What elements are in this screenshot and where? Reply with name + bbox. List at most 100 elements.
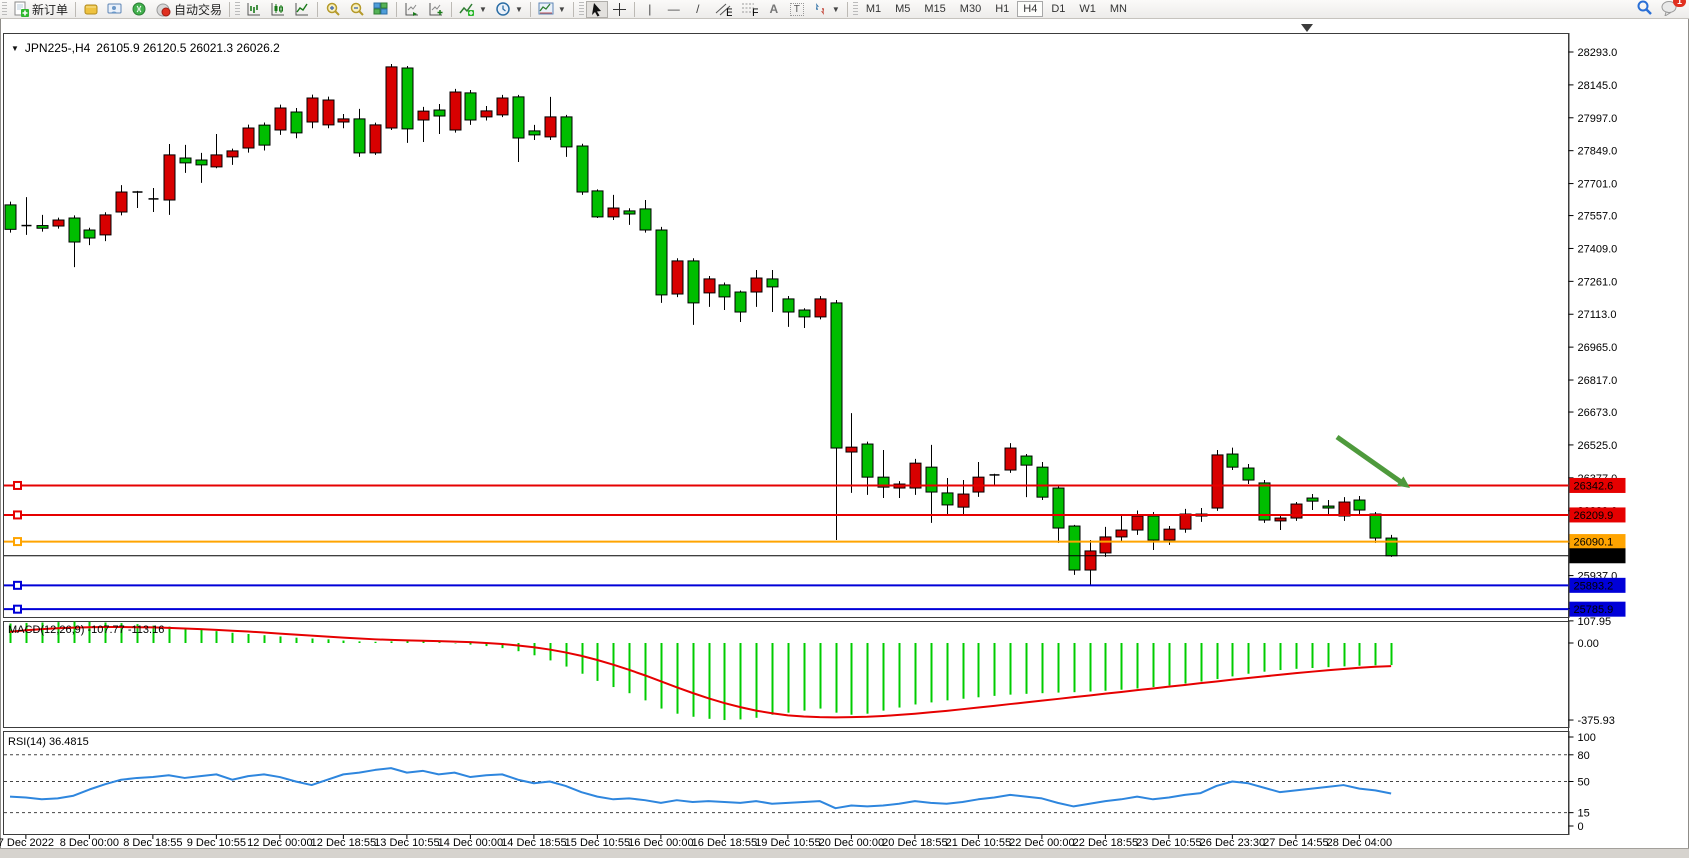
bar-chart-button[interactable] <box>242 1 266 18</box>
price-line-badge-value: 25785.9 <box>1574 604 1614 616</box>
vertical-line-tool-button[interactable]: | <box>638 1 662 18</box>
channel-tool-button[interactable]: E <box>710 1 736 18</box>
indicators-button[interactable]: ▼ <box>455 1 491 18</box>
timeframe-button-M30[interactable]: M30 <box>954 1 987 17</box>
timeframe-button-MN[interactable]: MN <box>1104 1 1133 17</box>
macd-tick-label: 0.00 <box>1578 638 1599 650</box>
chevron-down-icon: ▼ <box>832 5 840 14</box>
fibonacci-tool-button[interactable]: F <box>736 1 762 18</box>
timeframe-button-W1[interactable]: W1 <box>1073 1 1102 17</box>
periods-button[interactable]: ▼ <box>491 1 527 18</box>
svg-text:E: E <box>726 7 732 17</box>
chart-shift-icon <box>428 1 444 17</box>
hline-drag-handle[interactable] <box>14 582 21 589</box>
candle-body <box>164 155 175 200</box>
search-icon[interactable] <box>1636 0 1653 19</box>
toolbar-grip[interactable] <box>2 2 7 16</box>
toolbar-separator <box>847 2 848 17</box>
navigator-button[interactable] <box>127 1 151 18</box>
new-order-button[interactable]: 新订单 <box>9 1 72 18</box>
crosshair-tool-button[interactable] <box>608 1 631 18</box>
candle-body <box>211 155 222 167</box>
candle-body <box>307 98 318 122</box>
timeframe-button-H1[interactable]: H1 <box>989 1 1015 17</box>
chart-shift-marker[interactable] <box>1301 24 1313 32</box>
toolbar-separator <box>396 2 397 17</box>
timeframe-button-H4[interactable]: H4 <box>1017 1 1043 17</box>
zoom-out-button[interactable] <box>345 1 369 18</box>
candle-body <box>465 93 476 120</box>
hline-drag-handle[interactable] <box>14 482 21 489</box>
autotrading-button[interactable]: 自动交易 <box>151 1 226 18</box>
notifications-button[interactable]: 1 <box>1661 0 1679 19</box>
candle-body <box>1053 488 1064 528</box>
candle-body <box>434 110 445 116</box>
candle-body <box>1148 516 1159 540</box>
candle-body <box>402 68 413 129</box>
candle-body <box>704 279 715 293</box>
chart-canvas[interactable]: 28293.028145.027997.027849.027701.027557… <box>0 0 1689 858</box>
candle-body <box>338 119 349 122</box>
line-chart-icon <box>294 1 310 17</box>
zoom-in-button[interactable] <box>321 1 345 18</box>
timeframe-button-M5[interactable]: M5 <box>889 1 916 17</box>
toolbar-grip[interactable] <box>235 2 240 16</box>
candle-body <box>291 112 302 133</box>
price-tick-label: 28293.0 <box>1578 47 1618 59</box>
candle-body <box>53 220 64 226</box>
arrows-tool-button[interactable]: ▼ <box>808 1 844 18</box>
data-window-icon <box>107 1 123 17</box>
autotrading-icon <box>155 1 171 17</box>
price-tick-label: 27409.0 <box>1578 243 1618 255</box>
candle-body <box>910 463 921 488</box>
candle-body <box>719 285 730 297</box>
toolbar-grip[interactable] <box>853 2 858 16</box>
price-tick-label: 27261.0 <box>1578 276 1618 288</box>
main-toolbar: 新订单 自动交易 ▼ ▼ ▼ | — / E F A T ▼ M1M5M15M3… <box>0 0 1689 19</box>
candle-body <box>1180 514 1191 529</box>
candle-body <box>767 279 778 287</box>
tile-windows-button[interactable] <box>369 1 393 18</box>
candle-body <box>1005 448 1016 470</box>
price-line-badge-value: 26026.2 <box>1574 551 1614 563</box>
chevron-down-icon: ▼ <box>515 5 523 14</box>
indicators-icon <box>459 1 475 17</box>
candle-body <box>418 111 429 120</box>
toolbar-separator <box>530 2 531 17</box>
timeframe-button-M1[interactable]: M1 <box>860 1 887 17</box>
templates-button[interactable]: ▼ <box>534 1 570 18</box>
chevron-down-icon: ▼ <box>479 5 487 14</box>
candle-body <box>926 467 937 492</box>
cursor-tool-button[interactable] <box>586 1 608 18</box>
auto-scroll-button[interactable] <box>400 1 424 18</box>
trendline-tool-button[interactable]: / <box>686 1 710 18</box>
candlestick-chart-button[interactable] <box>266 1 290 18</box>
templates-icon <box>538 1 554 17</box>
market-watch-button[interactable] <box>79 1 103 18</box>
label-tool-button[interactable]: T <box>786 1 808 18</box>
trend-arrow[interactable] <box>1337 437 1401 482</box>
hline-drag-handle[interactable] <box>14 538 21 545</box>
candle-body <box>561 117 572 147</box>
timeframe-button-M15[interactable]: M15 <box>918 1 951 17</box>
label-icon: T <box>790 3 804 16</box>
candle-body <box>481 111 492 117</box>
toolbar-grip[interactable] <box>579 2 584 16</box>
text-tool-button[interactable]: A <box>762 1 786 18</box>
hline-drag-handle[interactable] <box>14 606 21 613</box>
crosshair-icon <box>612 2 627 17</box>
line-chart-button[interactable] <box>290 1 314 18</box>
candle-body <box>37 226 48 229</box>
data-window-button[interactable] <box>103 1 127 18</box>
candlestick-icon <box>270 1 286 17</box>
candle-body <box>1354 500 1365 510</box>
candle-body <box>513 97 524 138</box>
candle-body <box>1339 502 1350 516</box>
one-click-trading-toggle-icon[interactable]: ▼ <box>11 44 19 53</box>
price-tick-label: 26965.0 <box>1578 342 1618 354</box>
hline-drag-handle[interactable] <box>14 511 21 518</box>
horizontal-line-tool-button[interactable]: — <box>662 1 686 18</box>
timeframe-button-D1[interactable]: D1 <box>1045 1 1071 17</box>
toolbar-separator <box>317 2 318 17</box>
chart-shift-button[interactable] <box>424 1 448 18</box>
